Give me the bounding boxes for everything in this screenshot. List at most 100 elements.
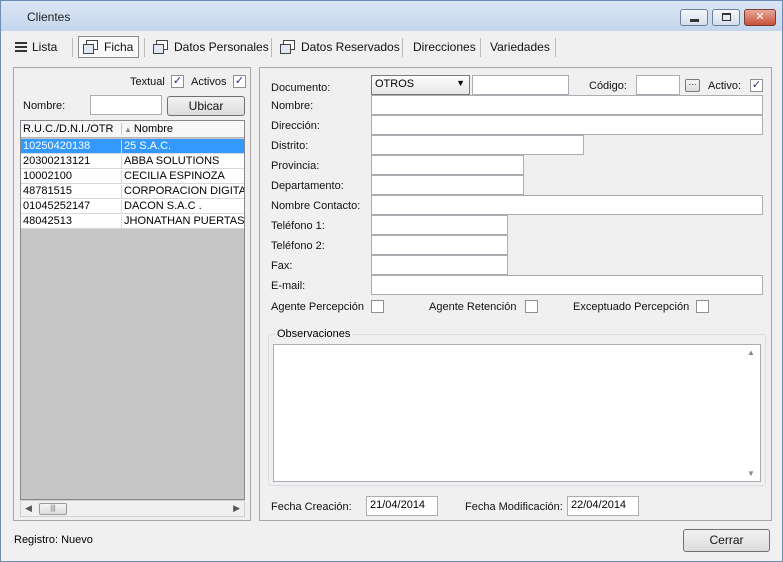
close-icon: ✕ bbox=[755, 11, 765, 23]
table-row[interactable]: 10250420138 25 S.A.C. bbox=[21, 139, 244, 154]
column-header-doc[interactable]: R.U.C./D.N.I./OTR bbox=[23, 123, 119, 135]
observaciones-textarea[interactable]: ▲ ▼ bbox=[273, 344, 761, 482]
grid-header: R.U.C./D.N.I./OTR ▲ Nombre bbox=[21, 121, 244, 138]
tab-lista[interactable]: Lista bbox=[11, 36, 61, 58]
client-form-panel: Documento: OTROS ▼ Código: ··· Activo: ✓… bbox=[259, 67, 772, 521]
agente-percepcion-checkbox[interactable] bbox=[371, 300, 384, 313]
telefono1-field[interactable] bbox=[371, 215, 508, 235]
row-name: CORPORACION DIGITAX bbox=[121, 185, 244, 199]
maximize-button[interactable] bbox=[712, 9, 740, 26]
ubicar-button[interactable]: Ubicar bbox=[167, 96, 245, 116]
sort-asc-icon: ▲ bbox=[124, 125, 132, 134]
table-row[interactable]: 10002100 CECILIA ESPINOZA bbox=[21, 169, 244, 184]
tab-variedades-label: Variedades bbox=[490, 40, 550, 54]
table-row[interactable]: 20300213121 ABBA SOLUTIONS bbox=[21, 154, 244, 169]
clients-grid: R.U.C./D.N.I./OTR ▲ Nombre 10250420138 25… bbox=[20, 120, 245, 500]
tab-ficha[interactable]: Ficha bbox=[78, 36, 139, 58]
direccion-field[interactable] bbox=[371, 115, 763, 135]
nombre-field[interactable] bbox=[371, 95, 763, 115]
search-panel: Textual ✓ Activos ✓ Nombre: Ubicar R.U.C… bbox=[13, 67, 251, 521]
direccion-label: Dirección: bbox=[271, 120, 320, 132]
provincia-label: Provincia: bbox=[271, 160, 320, 172]
exceptuado-percepcion-label: Exceptuado Percepción bbox=[573, 301, 690, 313]
grid-horizontal-scrollbar[interactable]: ◀ ||| ▶ bbox=[20, 500, 245, 517]
status-text: Registro: Nuevo bbox=[14, 534, 93, 546]
activos-checkbox[interactable]: ✓ bbox=[233, 75, 246, 88]
telefono2-label: Teléfono 2: bbox=[271, 240, 325, 252]
scroll-left-icon[interactable]: ◀ bbox=[25, 503, 32, 514]
card-icon bbox=[153, 40, 169, 54]
codigo-label: Código: bbox=[589, 80, 627, 92]
toolbar-separator bbox=[480, 38, 481, 57]
fecha-creacion-label: Fecha Creación: bbox=[271, 501, 352, 513]
scroll-thumb[interactable]: ||| bbox=[39, 503, 67, 515]
nombre-contacto-field[interactable] bbox=[371, 195, 763, 215]
minimize-button[interactable] bbox=[680, 9, 708, 26]
column-header-nombre[interactable]: ▲ Nombre bbox=[121, 123, 244, 135]
column-header-nombre-label: Nombre bbox=[133, 123, 174, 135]
fecha-modificacion-label: Fecha Modificación: bbox=[465, 501, 563, 513]
card-icon bbox=[280, 40, 296, 54]
fax-field[interactable] bbox=[371, 255, 508, 275]
tab-direcciones[interactable]: Direcciones bbox=[409, 36, 480, 58]
exceptuado-percepcion-checkbox[interactable] bbox=[696, 300, 709, 313]
close-button[interactable]: ✕ bbox=[744, 9, 776, 26]
telefono1-label: Teléfono 1: bbox=[271, 220, 325, 232]
chevron-down-icon: ▼ bbox=[456, 78, 465, 88]
table-row[interactable]: 48042513 JHONATHAN PUERTAS bbox=[21, 214, 244, 229]
nombre-contacto-label: Nombre Contacto: bbox=[271, 200, 361, 212]
table-row[interactable]: 01045252147 DACON S.A.C . bbox=[21, 199, 244, 214]
tab-datos-reservados[interactable]: Datos Reservados bbox=[276, 36, 404, 58]
departamento-label: Departamento: bbox=[271, 180, 344, 192]
fax-label: Fax: bbox=[271, 260, 293, 272]
documento-type-select[interactable]: OTROS ▼ bbox=[371, 75, 470, 95]
tab-datos-personales[interactable]: Datos Personales bbox=[149, 36, 273, 58]
table-row[interactable]: 48781515 CORPORACION DIGITAX bbox=[21, 184, 244, 199]
textual-checkbox[interactable]: ✓ bbox=[171, 75, 184, 88]
observaciones-group: Observaciones ▲ ▼ bbox=[268, 328, 766, 486]
telefono2-field[interactable] bbox=[371, 235, 508, 255]
nombre-label: Nombre: bbox=[23, 100, 66, 112]
observaciones-label: Observaciones bbox=[275, 328, 353, 340]
departamento-field[interactable] bbox=[371, 175, 524, 195]
fecha-modificacion-field[interactable]: 22/04/2014 bbox=[567, 496, 639, 516]
scroll-up-icon[interactable]: ▲ bbox=[747, 348, 755, 357]
activo-checkbox[interactable]: ✓ bbox=[750, 79, 763, 92]
row-doc: 01045252147 bbox=[23, 200, 91, 212]
row-doc: 10250420138 bbox=[23, 140, 91, 152]
fecha-creacion-field[interactable]: 21/04/2014 bbox=[366, 496, 438, 516]
scroll-right-icon[interactable]: ▶ bbox=[233, 503, 240, 514]
cerrar-button[interactable]: Cerrar bbox=[683, 529, 770, 552]
documento-label: Documento: bbox=[271, 82, 331, 94]
distrito-field[interactable] bbox=[371, 135, 584, 155]
nombre-field-label: Nombre: bbox=[271, 100, 314, 112]
provincia-field[interactable] bbox=[371, 155, 524, 175]
agente-retencion-label: Agente Retención bbox=[429, 301, 517, 313]
activo-label: Activo: bbox=[708, 80, 742, 92]
lookup-ellipsis-button[interactable]: ··· bbox=[685, 79, 700, 92]
list-icon bbox=[15, 42, 27, 52]
toolbar-separator bbox=[271, 38, 272, 57]
clientes-window: Clientes ✕ Lista Ficha Datos Personales … bbox=[0, 0, 783, 562]
title-bar: Clientes ✕ bbox=[1, 1, 782, 31]
observaciones-scrollbar[interactable]: ▲ ▼ bbox=[743, 345, 760, 481]
email-label: E-mail: bbox=[271, 280, 306, 292]
row-name: DACON S.A.C . bbox=[121, 200, 244, 214]
email-field[interactable] bbox=[371, 275, 763, 295]
distrito-label: Distrito: bbox=[271, 140, 309, 152]
documento-number-input[interactable] bbox=[472, 75, 569, 95]
toolbar-separator bbox=[72, 38, 73, 57]
tab-datos-reservados-label: Datos Reservados bbox=[301, 40, 400, 54]
toolbar-separator bbox=[144, 38, 145, 57]
tab-ficha-label: Ficha bbox=[104, 40, 134, 54]
documento-type-value: OTROS bbox=[375, 78, 415, 90]
row-doc: 20300213121 bbox=[23, 155, 91, 167]
row-name: ABBA SOLUTIONS bbox=[121, 155, 244, 169]
codigo-input[interactable] bbox=[636, 75, 680, 95]
tab-datos-personales-label: Datos Personales bbox=[174, 40, 269, 54]
scroll-down-icon[interactable]: ▼ bbox=[747, 469, 755, 478]
agente-retencion-checkbox[interactable] bbox=[525, 300, 538, 313]
agente-percepcion-label: Agente Percepción bbox=[271, 301, 364, 313]
tab-variedades[interactable]: Variedades bbox=[486, 36, 554, 58]
nombre-search-input[interactable] bbox=[90, 95, 162, 115]
